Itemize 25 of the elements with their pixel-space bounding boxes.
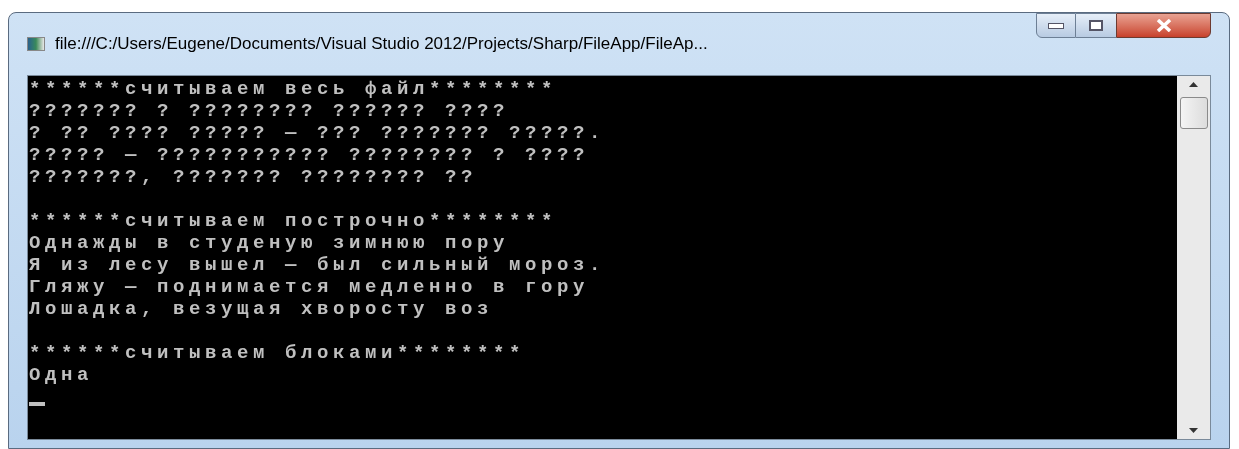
window-title: file:///C:/Users/Eugene/Documents/Visual Studio 2012/Projects/Sharp/FileApp/FileAp... bbox=[55, 33, 708, 55]
minimize-button[interactable] bbox=[1036, 13, 1076, 38]
maximize-icon bbox=[1089, 20, 1103, 31]
console-line: ******считываем построчно******** bbox=[29, 210, 559, 232]
vertical-scrollbar[interactable] bbox=[1177, 76, 1210, 439]
console-line: ????? — ??????????? ???????? ? ???? bbox=[29, 144, 591, 166]
scroll-down-arrow-icon[interactable] bbox=[1189, 428, 1198, 433]
scroll-up-arrow-icon[interactable] bbox=[1189, 82, 1198, 87]
console-line: ??????? ? ???????? ?????? ???? bbox=[29, 100, 511, 122]
console-line: ******считываем блоками******** bbox=[29, 342, 527, 364]
console-line: ? ?? ???? ????? — ??? ??????? ?????. bbox=[29, 122, 607, 144]
console-line: Лошадка, везущая хворосту воз bbox=[29, 298, 495, 320]
console-line: ******считываем весь файл******** bbox=[29, 78, 559, 100]
close-button[interactable] bbox=[1116, 13, 1211, 38]
scrollbar-thumb[interactable] bbox=[1179, 97, 1208, 129]
close-icon bbox=[1155, 19, 1172, 32]
console-line: Я из лесу вышел — был сильный мороз. bbox=[29, 254, 607, 276]
console-line: Одна bbox=[29, 364, 94, 386]
text-cursor bbox=[29, 402, 45, 406]
console-app-icon bbox=[27, 36, 45, 51]
console-line: ???????, ??????? ???????? ?? bbox=[29, 166, 479, 188]
minimize-icon bbox=[1048, 22, 1064, 29]
maximize-button[interactable] bbox=[1076, 13, 1116, 38]
console-line: Однажды в студеную зимнюю пору bbox=[29, 232, 511, 254]
console-line: Гляжу — поднимается медленно в гору bbox=[29, 276, 591, 298]
